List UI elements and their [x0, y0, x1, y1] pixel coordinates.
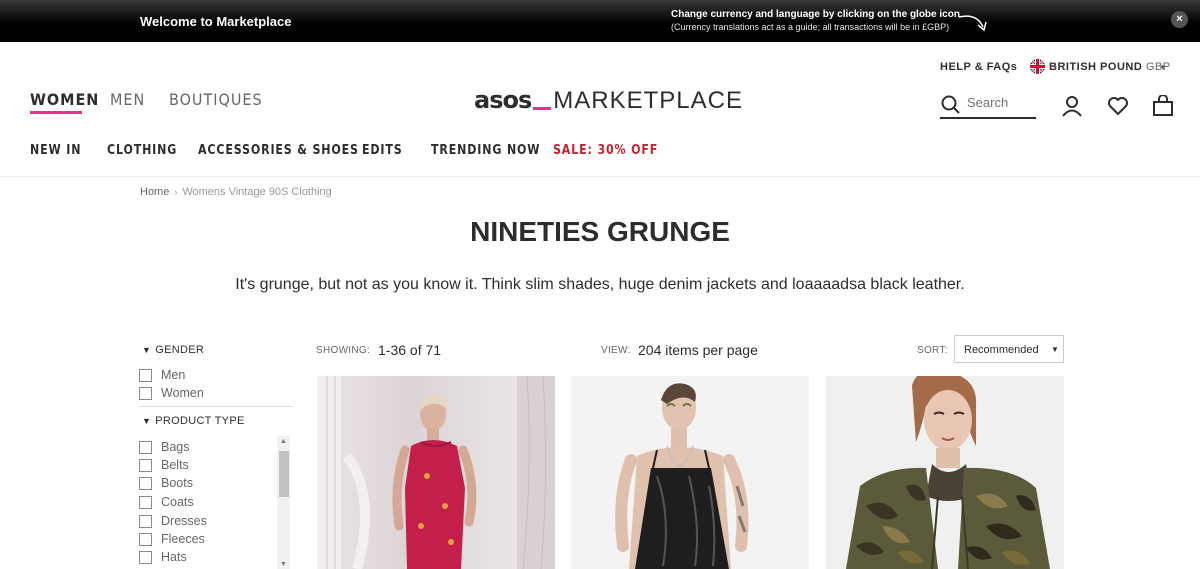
heart-icon[interactable] [1107, 95, 1129, 117]
currency-name: BRITISH POUND [1049, 61, 1143, 73]
account-icon[interactable] [1061, 95, 1083, 117]
scroll-up-arrow-icon[interactable]: ▲ [280, 438, 287, 445]
checkbox[interactable] [139, 387, 152, 400]
checkbox[interactable] [139, 477, 152, 490]
breadcrumb-home[interactable]: Home [140, 186, 169, 198]
product-photo-red-dress [317, 376, 555, 569]
top-banner: Welcome to Marketplace Change currency a… [0, 0, 1200, 42]
logo-underscore [533, 107, 552, 110]
filter-heading-gender[interactable]: ▼ GENDER [142, 344, 204, 356]
nav-sale[interactable]: SALE: 30% OFF [553, 143, 658, 158]
product-card-image[interactable] [826, 376, 1064, 569]
site-logo[interactable]: asos MARKETPLACE [474, 86, 743, 115]
showing-value: 1-36 of 71 [378, 342, 442, 358]
filter-heading-label: PRODUCT TYPE [155, 415, 245, 427]
filter-option-label: Dresses [161, 514, 207, 528]
scroll-down-arrow-icon[interactable]: ▼ [280, 561, 287, 568]
breadcrumb-current: Womens Vintage 90S Clothing [182, 186, 332, 198]
filter-option-label: Women [161, 386, 204, 400]
filter-heading-product-type[interactable]: ▼ PRODUCT TYPE [142, 415, 245, 427]
nav-accessories-shoes[interactable]: ACCESSORIES & SHOES [198, 143, 359, 158]
help-faqs-link[interactable]: HELP & FAQs [940, 61, 1017, 73]
welcome-text: Welcome to Marketplace [140, 14, 292, 29]
nav-new-in[interactable]: NEW IN [30, 143, 81, 158]
chevron-down-icon[interactable]: ▼ [1159, 63, 1167, 72]
logo-asos: asos [474, 86, 532, 114]
showing-label: SHOWING: [316, 345, 371, 356]
product-card-image[interactable] [317, 376, 555, 569]
currency-selector[interactable]: BRITISH POUND GBP [1049, 61, 1171, 73]
page-description: It's grunge, but not as you know it. Thi… [235, 276, 965, 293]
filter-option-label: Bags [161, 440, 190, 454]
checkbox[interactable] [139, 551, 152, 564]
filter-scrollbar-thumb[interactable] [279, 451, 289, 497]
curved-arrow-icon [958, 15, 987, 32]
checkbox[interactable] [139, 533, 152, 546]
tab-boutiques[interactable]: BOUTIQUES [169, 90, 263, 109]
currency-notice-subtitle: (Currency translations act as a guide; a… [671, 22, 950, 32]
filter-option-label: Fleeces [161, 532, 205, 546]
breadcrumb: Home › Womens Vintage 90S Clothing [140, 186, 332, 198]
close-banner-button[interactable]: × [1171, 11, 1188, 28]
filter-option-label: Belts [161, 458, 189, 472]
product-card-image[interactable] [571, 376, 809, 569]
logo-marketplace: MARKETPLACE [553, 87, 743, 114]
sort-select[interactable]: Recommended ▼ [954, 335, 1064, 363]
filter-option-label: Men [161, 368, 186, 382]
filter-divider [139, 406, 293, 407]
checkbox[interactable] [139, 459, 152, 472]
currency-notice: Change currency and language by clicking… [671, 9, 960, 33]
tab-men[interactable]: MEN [110, 90, 145, 109]
filter-option-label: Coats [161, 495, 194, 509]
checkbox[interactable] [139, 496, 152, 509]
triangle-down-icon: ▼ [142, 416, 152, 426]
nav-clothing[interactable]: CLOTHING [107, 143, 177, 158]
triangle-down-icon: ▼ [142, 345, 152, 355]
active-tab-underline [30, 111, 82, 114]
checkbox[interactable] [139, 515, 152, 528]
checkbox[interactable] [139, 369, 152, 382]
nav-edits[interactable]: EDITS [362, 143, 403, 158]
caret-down-icon: ▼ [1051, 345, 1059, 354]
tab-women[interactable]: WOMEN [30, 90, 99, 109]
page-title: NINETIES GRUNGE [470, 216, 730, 247]
header-divider [0, 176, 1200, 177]
uk-flag-icon[interactable] [1030, 59, 1045, 74]
view-items-per-page[interactable]: 204 items per page [638, 342, 758, 358]
currency-notice-title: Change currency and language by clicking… [671, 9, 960, 20]
shopping-bag-icon[interactable] [1152, 95, 1174, 117]
view-label: VIEW: [601, 345, 631, 356]
sort-label: SORT: [917, 345, 948, 356]
filter-option-label: Hats [161, 550, 187, 564]
breadcrumb-separator: › [174, 187, 178, 197]
search-icon[interactable] [941, 95, 961, 115]
nav-trending-now[interactable]: TRENDING NOW [431, 143, 540, 158]
product-photo-black-vinyl-dress [615, 383, 749, 569]
search-bar[interactable] [940, 94, 1036, 119]
filter-heading-label: GENDER [155, 344, 205, 356]
sort-selected-value: Recommended [964, 344, 1039, 356]
checkbox[interactable] [139, 441, 152, 454]
filter-option-label: Boots [161, 476, 193, 490]
search-input[interactable] [967, 95, 1033, 110]
product-photo-camouflage-jacket [846, 376, 1050, 569]
